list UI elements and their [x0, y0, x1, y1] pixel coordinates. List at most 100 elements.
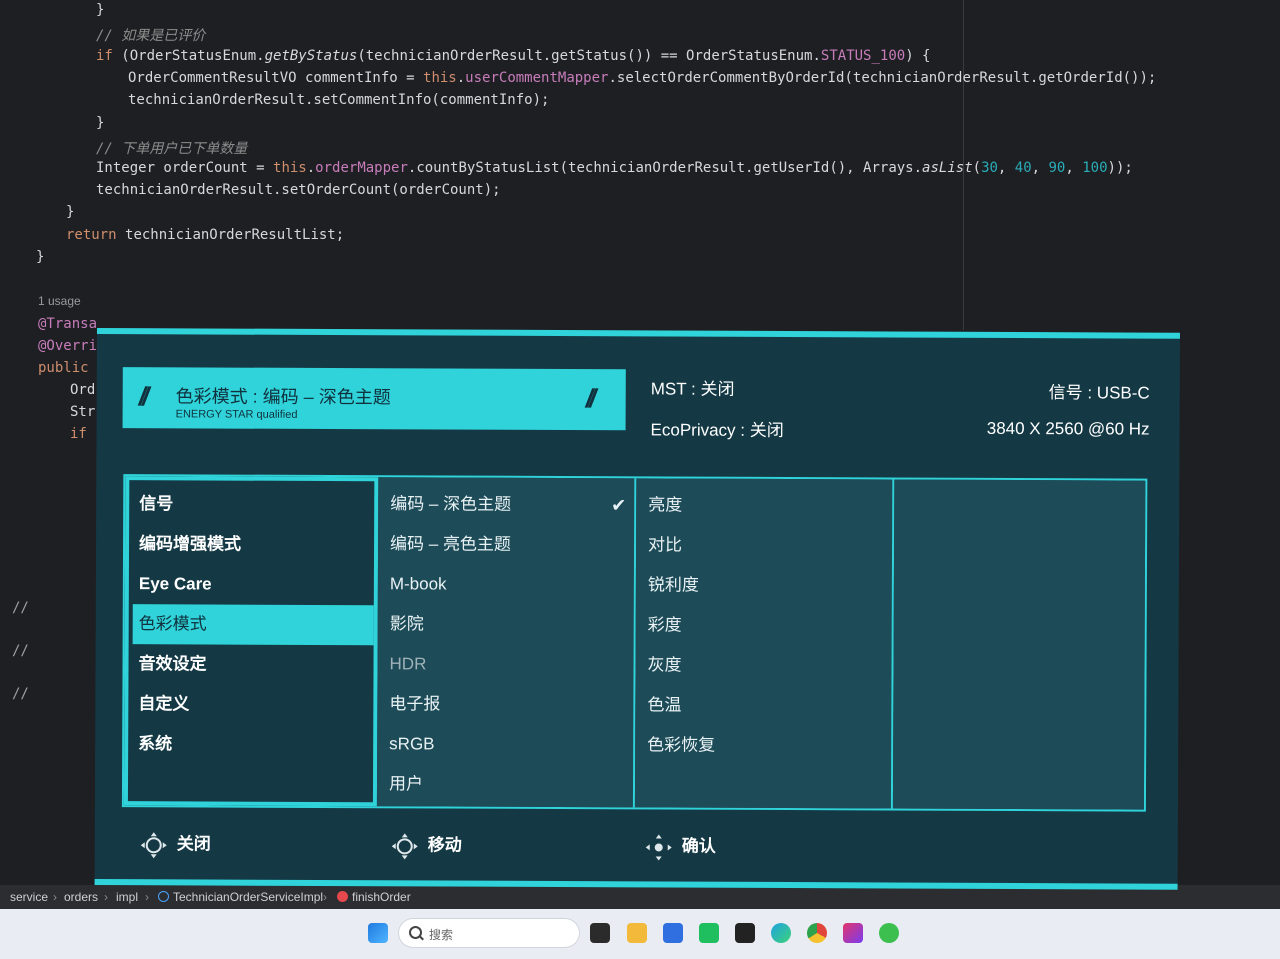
code-token: technicianOrderResultList;	[125, 227, 345, 243]
adjustment-option[interactable]: 彩度	[648, 605, 880, 646]
main-menu-item[interactable]: 自定义	[132, 684, 373, 725]
color-mode-option[interactable]: M-book	[390, 564, 622, 605]
joystick-icon	[140, 831, 167, 858]
ecoprivacy-status: EcoPrivacy : 关闭	[650, 420, 784, 440]
color-mode-option-label: sRGB	[389, 734, 435, 754]
breadcrumb-separator: ›	[104, 890, 108, 904]
adjustment-option[interactable]: 亮度	[648, 485, 880, 526]
nav-hint-move[interactable]: 移动	[391, 830, 462, 860]
store-icon[interactable]	[663, 923, 683, 943]
adjustment-option[interactable]: 色彩恢复	[647, 725, 879, 766]
usage-hint[interactable]: 1 usage	[38, 294, 81, 308]
main-menu-item[interactable]: Eye Care	[133, 564, 374, 605]
nav-hint-confirm[interactable]: 确认	[645, 831, 716, 861]
code-token: OrderCommentResultVO commentInfo =	[128, 70, 424, 86]
color-mode-option-label: M-book	[389, 574, 447, 594]
color-mode-option-label: 影院	[389, 614, 424, 634]
code-token: this	[423, 70, 457, 86]
windows-start-icon[interactable]	[368, 923, 388, 943]
main-menu-item[interactable]: 色彩模式	[132, 604, 374, 646]
color-mode-option[interactable]: 用户	[389, 764, 621, 805]
nav-close-label: 关闭	[176, 834, 211, 854]
breadcrumb-item-class[interactable]: TechnicianOrderServiceImpl	[158, 890, 323, 904]
mst-status: MST : 关闭	[650, 379, 735, 399]
class-icon	[158, 891, 169, 902]
code-token: ,	[1031, 160, 1049, 176]
code-line: }	[96, 115, 104, 131]
code-token: Integer orderCount =	[96, 160, 274, 176]
edge-browser-icon[interactable]	[771, 923, 791, 943]
code-line: // 如果是已评价	[96, 25, 205, 45]
chrome-browser-icon[interactable]	[807, 923, 827, 943]
color-mode-option[interactable]: 编码 – 深色主题 ✔	[390, 484, 626, 525]
code-token: this	[273, 160, 307, 176]
adjustment-option[interactable]: 锐利度	[648, 565, 880, 606]
chat-app-icon[interactable]	[699, 923, 719, 943]
code-token: ,	[1065, 160, 1083, 176]
code-line: technicianOrderResult.setCommentInfo(com…	[128, 92, 549, 108]
task-view-icon[interactable]	[590, 923, 610, 943]
code-token: userCommentMapper	[465, 70, 609, 86]
code-line: @Transa	[38, 316, 97, 332]
slash-decoration: //	[585, 383, 593, 414]
nav-confirm-label: 确认	[681, 836, 716, 856]
resolution-status: 3840 X 2560 @60 Hz	[986, 418, 1150, 439]
nav-hint-close[interactable]: 关闭	[140, 829, 211, 859]
color-mode-banner: // 色彩模式 : 编码 – 深色主题 ENERGY STAR qualifie…	[122, 367, 626, 431]
code-line: technicianOrderResult.setOrderCount(orde…	[96, 182, 501, 198]
color-mode-option-label: 编码 – 深色主题	[390, 494, 512, 514]
search-placeholder: 搜索	[429, 928, 454, 942]
color-mode-option[interactable]: 电子报	[389, 684, 621, 725]
code-token: if	[70, 426, 96, 442]
code-token: .selectOrderCommentByOrderId(technicianO…	[608, 70, 1157, 86]
code-line: // 下单用户已下单数量	[96, 138, 247, 158]
code-token: technicianOrderResult.setCommentInfo(com…	[128, 92, 550, 108]
code-token: (OrderStatusEnum.	[121, 48, 265, 64]
breadcrumb-item[interactable]: orders	[64, 890, 98, 904]
main-menu-item[interactable]: 信号	[133, 484, 374, 525]
color-mode-option-label: 电子报	[389, 694, 441, 714]
taskbar-search[interactable]: 搜索	[398, 918, 580, 948]
code-token: getByStatus	[264, 48, 358, 64]
breadcrumb-item[interactable]: service	[10, 890, 48, 904]
adjustment-option[interactable]: 灰度	[647, 645, 879, 686]
code-token: ));	[1107, 160, 1133, 176]
breadcrumb-item[interactable]: impl	[116, 890, 138, 904]
adjustment-option[interactable]: 对比	[648, 525, 880, 566]
adjustment-option[interactable]: 色温	[647, 685, 879, 726]
method-icon	[337, 891, 348, 902]
color-mode-option[interactable]: HDR	[389, 644, 621, 685]
checkmark-icon: ✔	[611, 495, 627, 516]
code-token: .	[456, 70, 466, 86]
main-menu-column: 信号 编码增强模式 Eye Care 色彩模式 音效设定 自定义 系统	[123, 476, 379, 807]
code-token: public	[38, 360, 98, 376]
app-icon[interactable]	[735, 923, 755, 943]
taskbar	[0, 909, 1280, 959]
code-token: 30	[981, 160, 998, 176]
wechat-icon[interactable]	[879, 923, 899, 943]
breadcrumb-separator: ›	[323, 890, 327, 904]
color-mode-option[interactable]: 编码 – 亮色主题	[390, 524, 622, 565]
code-token: }	[66, 204, 75, 220]
code-token: Ord	[70, 382, 96, 398]
code-line: return technicianOrderResultList;	[66, 227, 344, 243]
empty-column	[892, 479, 1146, 810]
code-token: STATUS_100	[820, 48, 906, 64]
color-mode-option[interactable]: 影院	[390, 604, 622, 645]
code-line: Ord	[70, 382, 95, 398]
code-token: // 下单用户已下单数量	[96, 141, 248, 157]
adjustment-options-column: 亮度 对比 锐利度 彩度 灰度 色温 色彩恢复	[634, 478, 895, 809]
color-mode-options-column: 编码 – 深色主题 ✔ 编码 – 亮色主题 M-book 影院 HDR 电子报 sRGB 用户	[376, 477, 637, 808]
code-line: }	[36, 249, 44, 265]
main-menu-item[interactable]: 系统	[132, 724, 373, 765]
file-explorer-icon[interactable]	[627, 923, 647, 943]
breadcrumb-item-method[interactable]: finishOrder	[337, 890, 411, 904]
main-menu-item[interactable]: 编码增强模式	[133, 524, 374, 565]
intellij-idea-icon[interactable]	[843, 923, 863, 943]
color-mode-option[interactable]: sRGB	[389, 724, 621, 765]
code-token: ,	[997, 160, 1015, 176]
code-line: if (OrderStatusEnum.getByStatus(technici…	[96, 48, 931, 64]
code-token: (technicianOrderResult.getStatus()) == O…	[357, 48, 821, 64]
main-menu-item[interactable]: 音效设定	[132, 644, 373, 685]
code-token: @Transa	[38, 316, 98, 332]
